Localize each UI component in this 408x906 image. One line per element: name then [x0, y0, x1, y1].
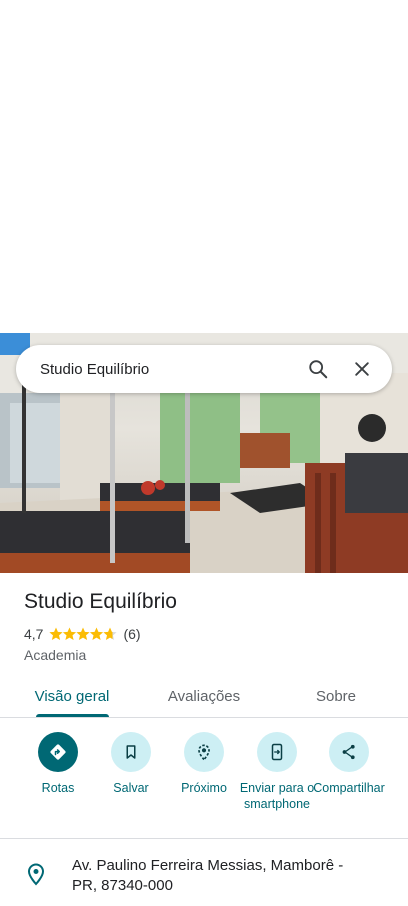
send-to-phone-button[interactable]: Enviar para o smartphone: [237, 730, 317, 812]
share-button[interactable]: Compartilhar: [309, 730, 389, 796]
directions-label: Rotas: [41, 781, 75, 795]
rating-row[interactable]: 4,7 (6): [24, 626, 141, 642]
send-to-phone-label: Enviar para o smartphone: [239, 781, 315, 811]
place-category[interactable]: Academia: [24, 647, 86, 663]
directions-button[interactable]: Rotas: [18, 730, 98, 796]
section-divider: [0, 838, 408, 839]
nearby-button[interactable]: Próximo: [164, 730, 244, 796]
search-bar[interactable]: Studio Equilíbrio: [16, 345, 392, 393]
share-icon[interactable]: [329, 732, 369, 772]
nearby-icon[interactable]: [184, 732, 224, 772]
star-icons: [49, 627, 118, 640]
search-icon[interactable]: [300, 351, 336, 387]
nearby-label: Próximo: [181, 781, 227, 795]
location-pin-icon: [0, 862, 72, 896]
tab-about[interactable]: Sobre: [286, 674, 386, 718]
action-buttons: Rotas Salvar Próximo Enviar para o smart…: [0, 730, 408, 835]
save-button[interactable]: Salvar: [91, 730, 171, 796]
tab-overview[interactable]: Visão geral: [22, 674, 122, 718]
directions-icon[interactable]: [38, 732, 78, 772]
send-to-phone-icon[interactable]: [257, 732, 297, 772]
address-row[interactable]: Av. Paulino Ferreira Messias, Mamborê - …: [0, 856, 408, 896]
search-query[interactable]: Studio Equilíbrio: [40, 361, 292, 378]
rating-value: 4,7: [24, 626, 44, 642]
map-blank-area: [0, 0, 408, 333]
review-count[interactable]: (6): [123, 626, 140, 642]
address-text[interactable]: Av. Paulino Ferreira Messias, Mamborê - …: [72, 856, 372, 896]
share-label: Compartilhar: [313, 781, 385, 795]
active-tab-indicator: [36, 714, 109, 717]
rating-stars: [49, 627, 118, 641]
place-title: Studio Equilíbrio: [24, 590, 177, 613]
tab-reviews[interactable]: Avaliações: [154, 674, 254, 718]
save-label: Salvar: [113, 781, 149, 795]
bookmark-icon[interactable]: [111, 732, 151, 772]
close-icon[interactable]: [344, 351, 380, 387]
place-tabs: Visão geral Avaliações Sobre: [0, 674, 408, 718]
